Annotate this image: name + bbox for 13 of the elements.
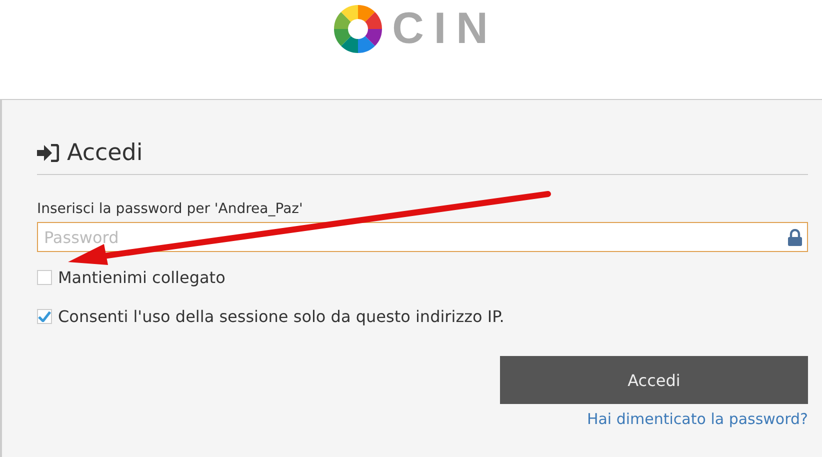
forgot-password-link[interactable]: Hai dimenticato la password? (586, 410, 808, 428)
checkbox[interactable] (37, 309, 52, 324)
sign-in-icon (37, 144, 59, 162)
lock-icon (788, 229, 802, 246)
logo-text: CIN (392, 4, 498, 54)
aperture-logo-icon (334, 5, 382, 53)
password-field[interactable]: Password (37, 222, 808, 252)
field-label: Inserisci la password per 'Andrea_Paz' (37, 201, 304, 217)
checkbox[interactable] (37, 270, 52, 285)
checkbox-label: Consenti l'uso della sessione solo da questo indirizzo IP. (58, 307, 504, 326)
login-button[interactable]: Accedi (500, 356, 808, 404)
panel-title: Accedi (67, 140, 143, 166)
checkbox-label: Mantienimi collegato (58, 268, 226, 287)
